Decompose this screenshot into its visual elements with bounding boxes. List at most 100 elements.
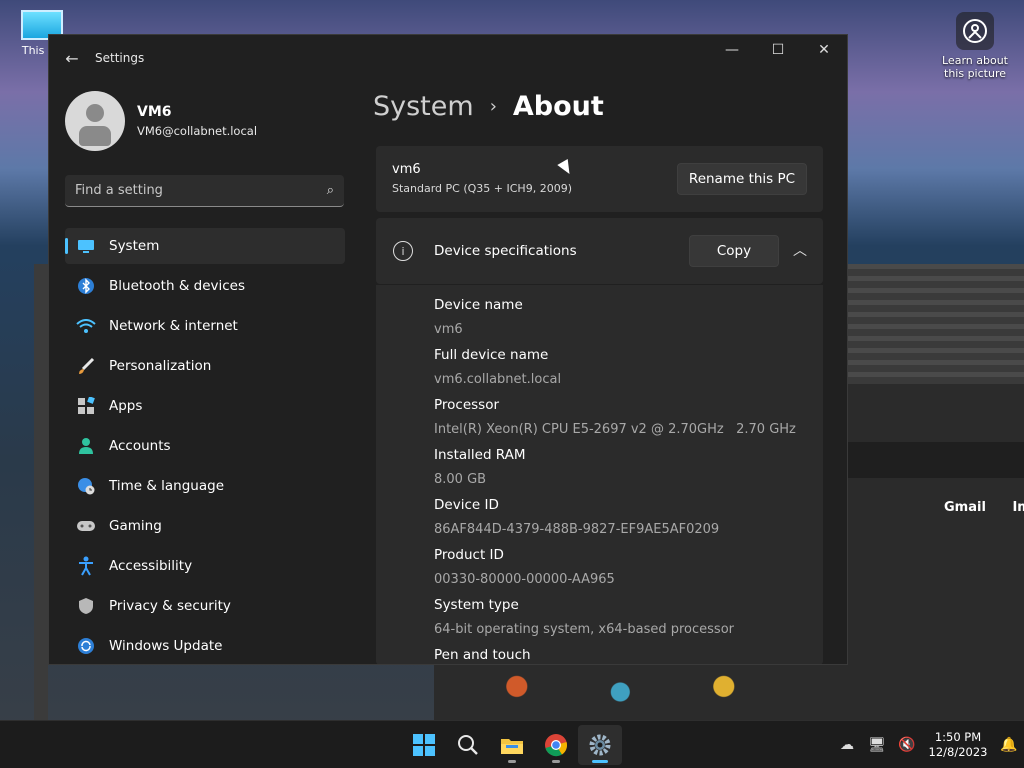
- file-explorer-button[interactable]: [490, 725, 534, 765]
- spec-row: Installed RAM 8.00 GB: [434, 445, 823, 495]
- notification-bell-icon[interactable]: 🔔: [994, 737, 1024, 753]
- clock-time: 1:50 PM: [934, 730, 982, 744]
- spotlight-learn-button[interactable]: Learn about this picture: [942, 12, 1008, 80]
- rename-pc-button[interactable]: Rename this PC: [677, 163, 807, 195]
- sidebar-item-accounts[interactable]: Accounts: [65, 428, 345, 464]
- search-placeholder: Find a setting: [75, 183, 163, 198]
- start-button[interactable]: [402, 725, 446, 765]
- spec-key: Device name: [434, 297, 523, 313]
- search-icon: ⌕: [326, 183, 334, 198]
- spec-value: 8.00 GB: [434, 472, 487, 487]
- sidebar-item-time-language[interactable]: Time & language: [65, 468, 345, 504]
- sidebar-item-label: Windows Update: [109, 638, 223, 654]
- chrome-button[interactable]: [534, 725, 578, 765]
- folder-icon: [501, 739, 523, 754]
- sidebar-item-network[interactable]: Network & internet: [65, 308, 345, 344]
- spec-key: Processor: [434, 397, 500, 413]
- images-link[interactable]: Images: [1012, 500, 1024, 515]
- sidebar-item-label: Apps: [109, 398, 143, 414]
- sidebar-item-label: Gaming: [109, 518, 162, 534]
- volume-muted-icon[interactable]: 🔇: [892, 737, 922, 753]
- spec-row: System type 64-bit operating system, x64…: [434, 595, 823, 645]
- maximize-icon[interactable]: ☐: [755, 35, 801, 65]
- clock-date: 12/8/2023: [928, 745, 988, 759]
- gear-icon: [589, 734, 611, 756]
- sidebar-item-label: Bluetooth & devices: [109, 278, 246, 294]
- pc-name-card: vm6 Standard PC (Q35 + ICH9, 2009) Renam…: [376, 146, 823, 212]
- back-arrow-icon[interactable]: ←: [49, 49, 95, 68]
- sidebar-item-privacy[interactable]: Privacy & security: [65, 588, 345, 624]
- globe-clock-icon: [75, 475, 97, 497]
- spec-row: Product ID 00330-80000-00000-AA965: [434, 545, 823, 595]
- chevron-right-icon: ›: [489, 96, 497, 117]
- settings-window: ← Settings — ☐ ✕ VM6 VM6@collabnet.local…: [48, 34, 848, 665]
- device-specifications-label: Device specifications: [434, 243, 577, 259]
- sidebar-item-personalization[interactable]: Personalization: [65, 348, 345, 384]
- spec-value: vm6: [434, 322, 463, 337]
- close-icon[interactable]: ✕: [801, 35, 847, 65]
- search-input[interactable]: Find a setting ⌕: [65, 175, 344, 207]
- monitor-icon: [75, 235, 97, 257]
- windows-logo-icon: [413, 734, 435, 756]
- apps-icon: [75, 395, 97, 417]
- person-icon: [75, 435, 97, 457]
- chrome-icon: [545, 734, 568, 757]
- sidebar-item-label: Accessibility: [109, 558, 193, 574]
- avatar: [65, 91, 125, 151]
- sidebar-nav: System Bluetooth & devices Network & int…: [65, 228, 345, 664]
- spec-value: 64-bit operating system, x64-based proce…: [434, 622, 734, 637]
- chevron-up-icon[interactable]: ︿: [793, 240, 807, 260]
- sidebar-item-label: Privacy & security: [109, 598, 231, 614]
- clock[interactable]: 1:50 PM 12/8/2023: [922, 730, 994, 760]
- sidebar-item-label: System: [109, 238, 160, 254]
- taskbar-search-button[interactable]: [446, 725, 490, 765]
- spec-value: 00330-80000-00000-AA965: [434, 572, 615, 587]
- sidebar-item-label: Accounts: [109, 438, 171, 454]
- search-icon: [458, 735, 478, 755]
- accessibility-icon: [75, 555, 97, 577]
- copy-button[interactable]: Copy: [689, 235, 779, 267]
- spec-key: Installed RAM: [434, 447, 526, 463]
- spec-key: System type: [434, 597, 519, 613]
- minimize-icon[interactable]: —: [709, 35, 755, 65]
- spec-row: Pen and touch: [434, 645, 823, 664]
- settings-taskbar-button[interactable]: [578, 725, 622, 765]
- spec-key: Pen and touch: [434, 647, 531, 663]
- user-name: VM6: [137, 104, 172, 120]
- spec-value: vm6.collabnet.local: [434, 372, 562, 387]
- taskbar-apps: [402, 725, 622, 765]
- sidebar-item-apps[interactable]: Apps: [65, 388, 345, 424]
- background-browser-window: Gmail Images: [848, 264, 1024, 720]
- info-icon: i: [393, 241, 413, 261]
- browser-toolbar: [848, 442, 1024, 478]
- spec-value: 86AF844D-4379-488B-9827-EF9AE5AF0209: [434, 522, 720, 537]
- page-title: About: [512, 91, 604, 122]
- sidebar-item-label: Time & language: [109, 478, 225, 494]
- gamepad-icon: [75, 515, 97, 537]
- user-profile[interactable]: VM6 VM6@collabnet.local: [65, 91, 257, 151]
- camera-icon: [956, 12, 994, 50]
- sidebar-item-accessibility[interactable]: Accessibility: [65, 548, 345, 584]
- spec-key: Full device name: [434, 347, 549, 363]
- sidebar-item-windows-update[interactable]: Windows Update: [65, 628, 345, 664]
- breadcrumb: System › About: [373, 91, 604, 122]
- device-specifications-list: Device name vm6 Full device name vm6.col…: [376, 285, 823, 664]
- spec-key: Product ID: [434, 547, 504, 563]
- spec-row: Full device name vm6.collabnet.local: [434, 345, 823, 395]
- brush-icon: [75, 355, 97, 377]
- onedrive-offline-icon[interactable]: ☁: [832, 737, 862, 753]
- network-icon[interactable]: 🖥: [862, 737, 892, 753]
- gmail-link[interactable]: Gmail: [944, 500, 986, 515]
- spotlight-label: Learn about this picture: [942, 54, 1008, 80]
- wifi-icon: [75, 315, 97, 337]
- update-icon: [75, 635, 97, 657]
- sidebar-item-label: Personalization: [109, 358, 212, 374]
- sidebar-item-label: Network & internet: [109, 318, 238, 334]
- device-specifications-header[interactable]: i Device specifications Copy ︿: [376, 218, 823, 284]
- background-window-left: [34, 264, 48, 720]
- spec-row: Device ID 86AF844D-4379-488B-9827-EF9AE5…: [434, 495, 823, 545]
- breadcrumb-system[interactable]: System: [373, 91, 474, 122]
- sidebar-item-bluetooth[interactable]: Bluetooth & devices: [65, 268, 345, 304]
- sidebar-item-gaming[interactable]: Gaming: [65, 508, 345, 544]
- sidebar-item-system[interactable]: System: [65, 228, 345, 264]
